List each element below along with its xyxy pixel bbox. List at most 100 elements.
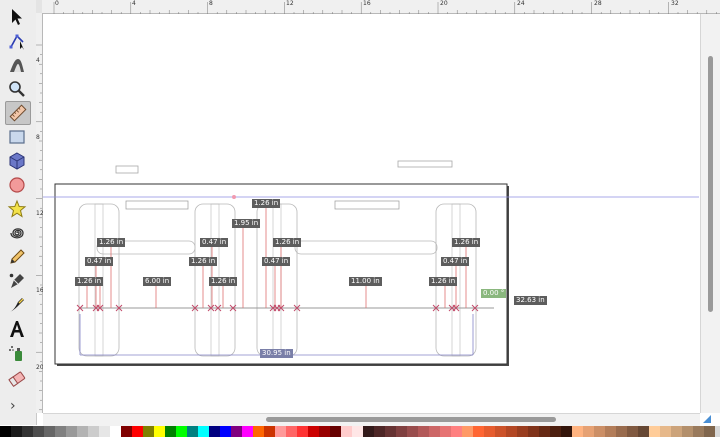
selector-tool[interactable]	[5, 6, 29, 28]
zoom-tool[interactable]	[5, 78, 29, 100]
palette-swatch[interactable]	[649, 426, 660, 437]
calligraphy-icon	[10, 298, 24, 312]
palette-swatch[interactable]	[121, 426, 132, 437]
tweak-icon	[10, 59, 24, 72]
horizontal-scrollbar[interactable]	[43, 413, 700, 426]
palette-swatch[interactable]	[440, 426, 451, 437]
palette-swatch[interactable]	[594, 426, 605, 437]
palette-swatch[interactable]	[341, 426, 352, 437]
node-edit-icon	[9, 34, 24, 50]
drawing-canvas[interactable]: 1.26 in 1.95 in 1.26 in 0.47 in 1.26 in …	[43, 14, 699, 413]
palette-swatch[interactable]	[33, 426, 44, 437]
ruler-number: 4	[36, 57, 40, 64]
vertical-scroll-thumb[interactable]	[708, 56, 713, 312]
palette-swatch[interactable]	[605, 426, 616, 437]
palette-swatch[interactable]	[165, 426, 176, 437]
star-tool[interactable]	[5, 198, 29, 220]
spiral-tool[interactable]	[5, 222, 29, 244]
horizontal-ruler[interactable]: 0 4 8 12 16 20 24 28 32	[42, 0, 720, 15]
resize-grip-icon[interactable]	[702, 414, 712, 424]
palette-swatch[interactable]	[627, 426, 638, 437]
rectangle-tool[interactable]	[5, 126, 29, 148]
vertical-scrollbar[interactable]	[700, 14, 720, 413]
palette-swatch[interactable]	[11, 426, 22, 437]
toolbox-more-chevron[interactable]: ›	[10, 398, 16, 414]
palette-swatch[interactable]	[407, 426, 418, 437]
palette-swatch[interactable]	[275, 426, 286, 437]
palette-swatch[interactable]	[451, 426, 462, 437]
text-tool[interactable]	[5, 318, 29, 340]
horizontal-scroll-thumb[interactable]	[266, 417, 556, 422]
palette-swatch[interactable]	[308, 426, 319, 437]
palette-swatch[interactable]	[55, 426, 66, 437]
palette-swatch[interactable]	[539, 426, 550, 437]
palette-swatch[interactable]	[352, 426, 363, 437]
palette-swatch[interactable]	[66, 426, 77, 437]
palette-swatch[interactable]	[242, 426, 253, 437]
palette-swatch[interactable]	[473, 426, 484, 437]
palette-swatch[interactable]	[638, 426, 649, 437]
palette-swatch[interactable]	[319, 426, 330, 437]
palette-swatch[interactable]	[506, 426, 517, 437]
palette-swatch[interactable]	[418, 426, 429, 437]
palette-swatch[interactable]	[209, 426, 220, 437]
palette-swatch[interactable]	[385, 426, 396, 437]
palette-swatch[interactable]	[22, 426, 33, 437]
palette-swatch[interactable]	[374, 426, 385, 437]
palette-swatch[interactable]	[187, 426, 198, 437]
palette-swatch[interactable]	[671, 426, 682, 437]
palette-swatch[interactable]	[682, 426, 693, 437]
palette-swatch[interactable]	[462, 426, 473, 437]
palette-swatch[interactable]	[110, 426, 121, 437]
vertical-ruler[interactable]: 4 8 12 16 20	[36, 13, 44, 413]
cube-icon	[9, 152, 25, 170]
palette-swatch[interactable]	[220, 426, 231, 437]
palette-swatch[interactable]	[99, 426, 110, 437]
measure-tool[interactable]	[5, 101, 31, 125]
palette-swatch[interactable]	[143, 426, 154, 437]
palette-swatch[interactable]	[528, 426, 539, 437]
palette-swatch[interactable]	[0, 426, 11, 437]
measure-label: 0.47 in	[200, 238, 229, 247]
palette-swatch[interactable]	[363, 426, 374, 437]
palette-swatch[interactable]	[660, 426, 671, 437]
ellipse-tool[interactable]	[5, 174, 29, 196]
spray-tool[interactable]	[5, 342, 29, 364]
palette-swatch[interactable]	[517, 426, 528, 437]
palette-swatch[interactable]	[561, 426, 572, 437]
tweak-tool[interactable]	[5, 54, 29, 76]
palette-swatch[interactable]	[154, 426, 165, 437]
palette-swatch[interactable]	[231, 426, 242, 437]
3d-box-tool[interactable]	[5, 150, 29, 172]
palette-swatch[interactable]	[132, 426, 143, 437]
palette-swatch[interactable]	[583, 426, 594, 437]
palette-swatch[interactable]	[176, 426, 187, 437]
palette-swatch[interactable]	[484, 426, 495, 437]
palette-swatch[interactable]	[550, 426, 561, 437]
palette-swatch[interactable]	[198, 426, 209, 437]
palette-swatch[interactable]	[88, 426, 99, 437]
eraser-tool[interactable]	[5, 368, 29, 390]
measure-label: 11.00 in	[349, 277, 382, 286]
palette-swatch[interactable]	[330, 426, 341, 437]
palette-swatch[interactable]	[264, 426, 275, 437]
palette-swatch[interactable]	[286, 426, 297, 437]
palette-swatch[interactable]	[704, 426, 715, 437]
pencil-tool[interactable]	[5, 246, 29, 268]
stray-rect[interactable]	[397, 160, 453, 168]
palette-swatch[interactable]	[572, 426, 583, 437]
node-tool[interactable]	[5, 30, 29, 52]
palette-swatch[interactable]	[429, 426, 440, 437]
calligraphy-tool[interactable]	[5, 294, 29, 316]
pen-tool[interactable]	[5, 270, 29, 292]
palette-swatch[interactable]	[495, 426, 506, 437]
palette-swatch[interactable]	[616, 426, 627, 437]
toolbox: ›	[0, 0, 37, 425]
palette-swatch[interactable]	[396, 426, 407, 437]
stray-rect[interactable]	[115, 165, 139, 174]
palette-swatch[interactable]	[297, 426, 308, 437]
palette-swatch[interactable]	[693, 426, 704, 437]
palette-swatch[interactable]	[77, 426, 88, 437]
palette-swatch[interactable]	[253, 426, 264, 437]
palette-swatch[interactable]	[44, 426, 55, 437]
